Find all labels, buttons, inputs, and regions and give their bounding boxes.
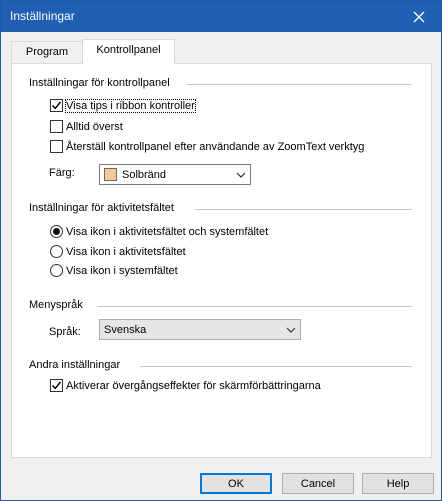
- group-divider: [186, 84, 412, 85]
- radio-label: Visa ikon i aktivitetsfältet: [66, 245, 186, 258]
- checkbox-box[interactable]: [50, 140, 63, 153]
- checkbox-box[interactable]: [50, 379, 63, 392]
- group-title-control-panel: Inställningar för kontrollpanel: [29, 77, 170, 89]
- ok-button[interactable]: OK: [200, 473, 272, 494]
- color-label: Färg:: [49, 167, 75, 179]
- checkbox-always-on-top[interactable]: Alltid överst: [50, 120, 123, 133]
- tab-program[interactable]: Program: [11, 41, 83, 63]
- radio-circle[interactable]: [50, 225, 63, 238]
- radio-label: Visa ikon i systemfältet: [66, 264, 178, 277]
- title-bar[interactable]: Inställningar: [1, 1, 441, 32]
- color-value: Solbränd: [122, 168, 167, 181]
- help-button[interactable]: Help: [362, 473, 434, 494]
- checkbox-label: Alltid överst: [66, 120, 123, 133]
- checkmark-icon: [51, 381, 62, 390]
- close-icon: [413, 11, 425, 22]
- chevron-down-icon[interactable]: [232, 165, 250, 184]
- checkbox-label: Återställ kontrollpanel efter användande…: [66, 140, 365, 153]
- checkbox-label: Aktiverar övergångseffekter för skärmför…: [66, 379, 321, 392]
- radio-taskbar-and-tray[interactable]: Visa ikon i aktivitetsfältet och systemf…: [50, 225, 268, 238]
- cancel-button[interactable]: Cancel: [282, 473, 354, 494]
- settings-dialog: Inställningar Program Kontrollpanel Inst…: [0, 0, 442, 501]
- group-title-menu-language: Menyspråk: [29, 299, 83, 311]
- color-dropdown[interactable]: Solbränd: [99, 164, 251, 185]
- color-swatch: [104, 168, 117, 181]
- checkbox-box[interactable]: [50, 99, 63, 112]
- group-divider: [97, 306, 412, 307]
- tab-kontrollpanel[interactable]: Kontrollpanel: [82, 39, 175, 64]
- chevron-down-icon[interactable]: [282, 320, 300, 339]
- language-label: Språk:: [49, 326, 81, 338]
- checkbox-label: Visa tips i ribbon kontroller: [65, 98, 196, 113]
- footer-divider: [1, 464, 441, 465]
- checkbox-transitions[interactable]: Aktiverar övergångseffekter för skärmför…: [50, 379, 321, 392]
- tab-panel: Inställningar för kontrollpanel Visa tip…: [11, 63, 432, 458]
- checkbox-box[interactable]: [50, 120, 63, 133]
- group-divider: [140, 366, 412, 367]
- radio-circle[interactable]: [50, 245, 63, 258]
- checkbox-show-tips[interactable]: Visa tips i ribbon kontroller: [50, 98, 196, 113]
- checkmark-icon: [51, 101, 62, 110]
- radio-circle[interactable]: [50, 264, 63, 277]
- radio-taskbar-only[interactable]: Visa ikon i aktivitetsfältet: [50, 245, 186, 258]
- group-divider: [195, 209, 412, 210]
- language-dropdown[interactable]: Svenska: [99, 319, 301, 340]
- radio-label: Visa ikon i aktivitetsfältet och systemf…: [66, 225, 269, 238]
- window-title: Inställningar: [10, 9, 75, 23]
- group-title-other: Andra inställningar: [29, 359, 121, 371]
- language-value: Svenska: [104, 323, 147, 336]
- checkbox-restore-panel[interactable]: Återställ kontrollpanel efter användande…: [50, 140, 364, 153]
- radio-tray-only[interactable]: Visa ikon i systemfältet: [50, 264, 178, 277]
- group-title-taskbar: Inställningar för aktivitetsfältet: [29, 202, 174, 214]
- close-button[interactable]: [397, 1, 441, 32]
